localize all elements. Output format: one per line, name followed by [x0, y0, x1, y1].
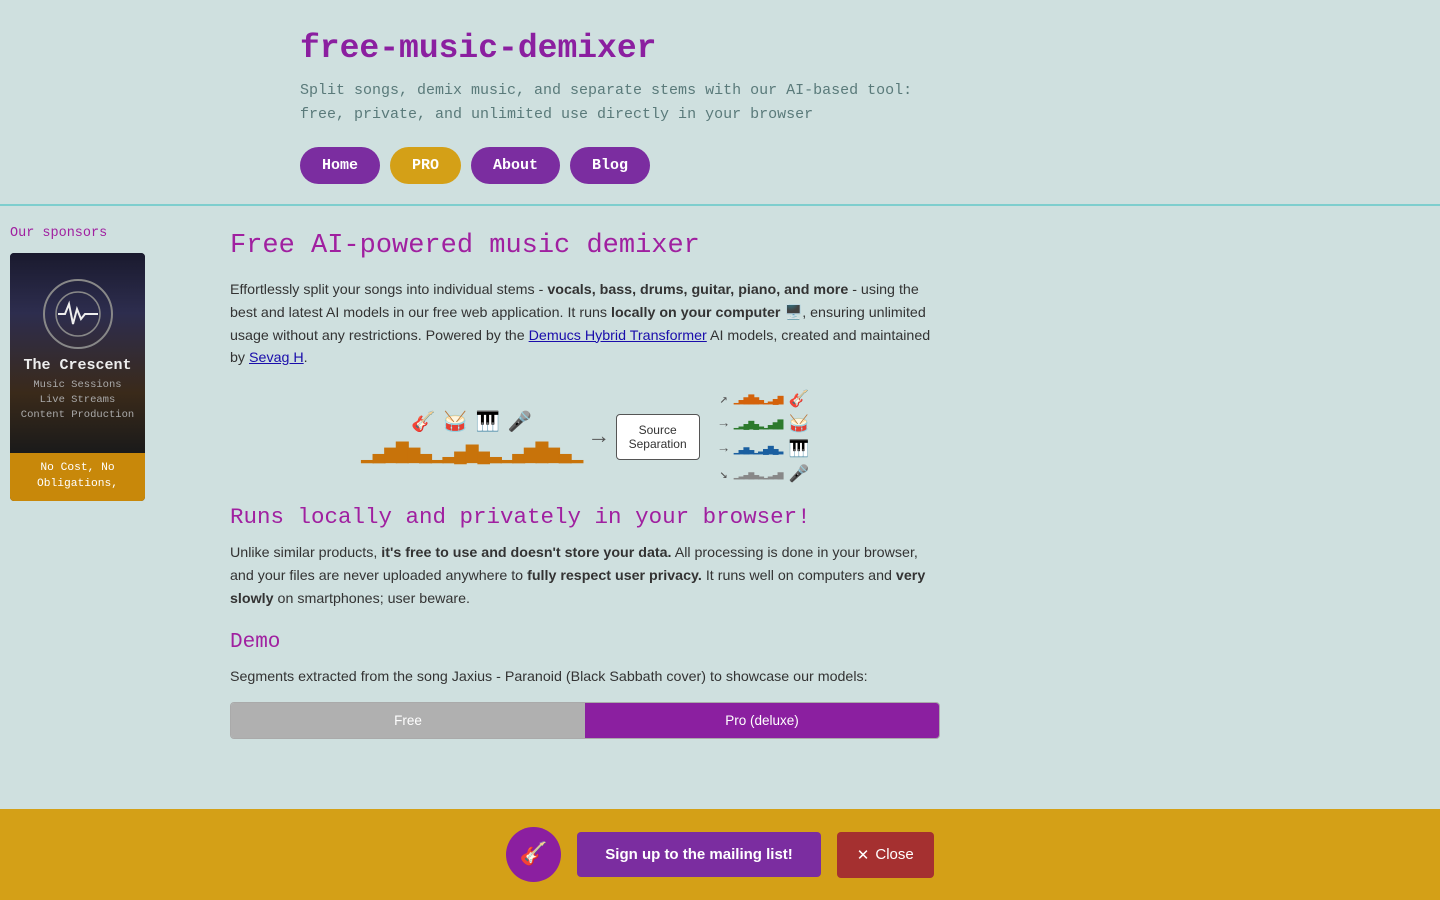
sponsor-cta: No Cost, No Obligations,	[10, 453, 145, 501]
stem-icon-drums: 🥁	[788, 415, 809, 434]
stem-keys: → ▁▃▅▃▁▂▄▆▄▂ 🎹	[720, 440, 809, 459]
privacy-paragraph: Unlike similar products, it's free to us…	[230, 542, 940, 610]
privacy-heading: Runs locally and privately in your brows…	[230, 504, 940, 530]
source-separation-box: SourceSeparation	[616, 414, 700, 460]
content-area: Free AI-powered music demixer Effortless…	[200, 206, 1000, 764]
stem-wave-drums: ▁▂▄▆▄▂▁▃▅▇	[734, 419, 783, 430]
nav-pro-button[interactable]: PRO	[390, 147, 461, 184]
sponsor-card: The Crescent Music Sessions Live Streams…	[10, 253, 145, 501]
input-waveform: ▁▃▅▇▅▃▁▂▄▆▄▂▁▃▅▇▅▃▁	[361, 439, 582, 465]
diagram-right: ↗ ▁▃▅▇▅▃▁▂▄▆ 🎸 → ▁▂▄▆▄▂▁▃▅▇ 🥁 → ▁▃▅▃▁▂▄▆…	[720, 390, 809, 484]
diagram-left: 🎸 🥁 🎹 🎤 ▁▃▅▇▅▃▁▂▄▆▄▂▁▃▅▇▅▃▁	[361, 410, 582, 465]
sevag-link[interactable]: Sevag H	[249, 350, 304, 366]
stem-wave-guitar: ▁▃▅▇▅▃▁▂▄▆	[734, 394, 783, 405]
stem-icon-vocals: 🎤	[789, 465, 810, 484]
stem-wave-vocals: ▁▂▃▅▃▂▁▂▃▅	[734, 469, 783, 480]
stem-drums: → ▁▂▄▆▄▂▁▃▅▇ 🥁	[720, 415, 809, 434]
subtitle: Split songs, demix music, and separate s…	[300, 79, 1440, 127]
stem-vocals: ↘ ▁▂▃▅▃▂▁▂▃▅ 🎤	[720, 465, 809, 484]
close-icon: ✕	[857, 846, 870, 864]
stem-guitar: ↗ ▁▃▅▇▅▃▁▂▄▆ 🎸	[720, 390, 809, 409]
mailing-signup-button[interactable]: Sign up to the mailing list!	[577, 832, 821, 877]
nav-home-button[interactable]: Home	[300, 147, 380, 184]
demo-heading: Demo	[230, 631, 940, 654]
source-separation-diagram: 🎸 🥁 🎹 🎤 ▁▃▅▇▅▃▁▂▄▆▄▂▁▃▅▇▅▃▁ → SourceSepa…	[230, 390, 940, 484]
guitar-icon: 🎸	[411, 410, 435, 434]
heartbeat-icon	[53, 289, 103, 339]
sponsor-image: The Crescent Music Sessions Live Streams…	[10, 253, 145, 453]
demo-description: Segments extracted from the song Jaxius …	[230, 666, 940, 689]
demo-table-header: Free Pro (deluxe)	[231, 703, 939, 738]
stem-icon-guitar: 🎸	[788, 390, 809, 409]
site-title: free-music-demixer	[300, 30, 1440, 67]
stem-arrow-keys: →	[720, 442, 728, 457]
mic-icon: 🎤	[508, 410, 532, 434]
main-content: Our sponsors The Crescent Music Sessions…	[0, 206, 1440, 764]
stem-arrow-guitar: ↗	[720, 391, 728, 408]
header: free-music-demixer Split songs, demix mu…	[0, 0, 1440, 206]
nav-bar: Home PRO About Blog	[300, 147, 1440, 184]
free-column-header: Free	[231, 703, 585, 738]
demucs-link[interactable]: Demucs Hybrid Transformer	[529, 328, 707, 344]
mailing-icon: 🎸	[506, 827, 561, 882]
sponsors-label: Our sponsors	[10, 226, 190, 241]
keyboard-icon: 🎹	[476, 410, 500, 434]
sponsor-logo	[43, 279, 113, 349]
input-arrow: →	[592, 424, 606, 450]
intro-paragraph: Effortlessly split your songs into indiv…	[230, 279, 940, 370]
stem-arrow-vocals: ↘	[720, 466, 728, 483]
sidebar: Our sponsors The Crescent Music Sessions…	[0, 206, 200, 764]
stem-wave-keys: ▁▃▅▃▁▂▄▆▄▂	[734, 444, 783, 455]
sponsor-name: The Crescent	[23, 357, 131, 374]
pro-column-header: Pro (deluxe)	[585, 703, 939, 738]
mailing-close-button[interactable]: ✕ Close	[837, 832, 934, 878]
input-icons: 🎸 🥁 🎹 🎤	[411, 410, 532, 434]
stem-icon-keys: 🎹	[788, 440, 809, 459]
stem-arrow-drums: →	[720, 417, 728, 432]
sponsor-desc: Music Sessions Live Streams Content Prod…	[15, 374, 140, 426]
main-heading: Free AI-powered music demixer	[230, 231, 940, 261]
mailing-popup: 🎸 Sign up to the mailing list! ✕ Close	[0, 809, 1440, 900]
nav-about-button[interactable]: About	[471, 147, 560, 184]
drums-icon: 🥁	[443, 410, 467, 434]
demo-table: Free Pro (deluxe)	[230, 702, 940, 739]
nav-blog-button[interactable]: Blog	[570, 147, 650, 184]
